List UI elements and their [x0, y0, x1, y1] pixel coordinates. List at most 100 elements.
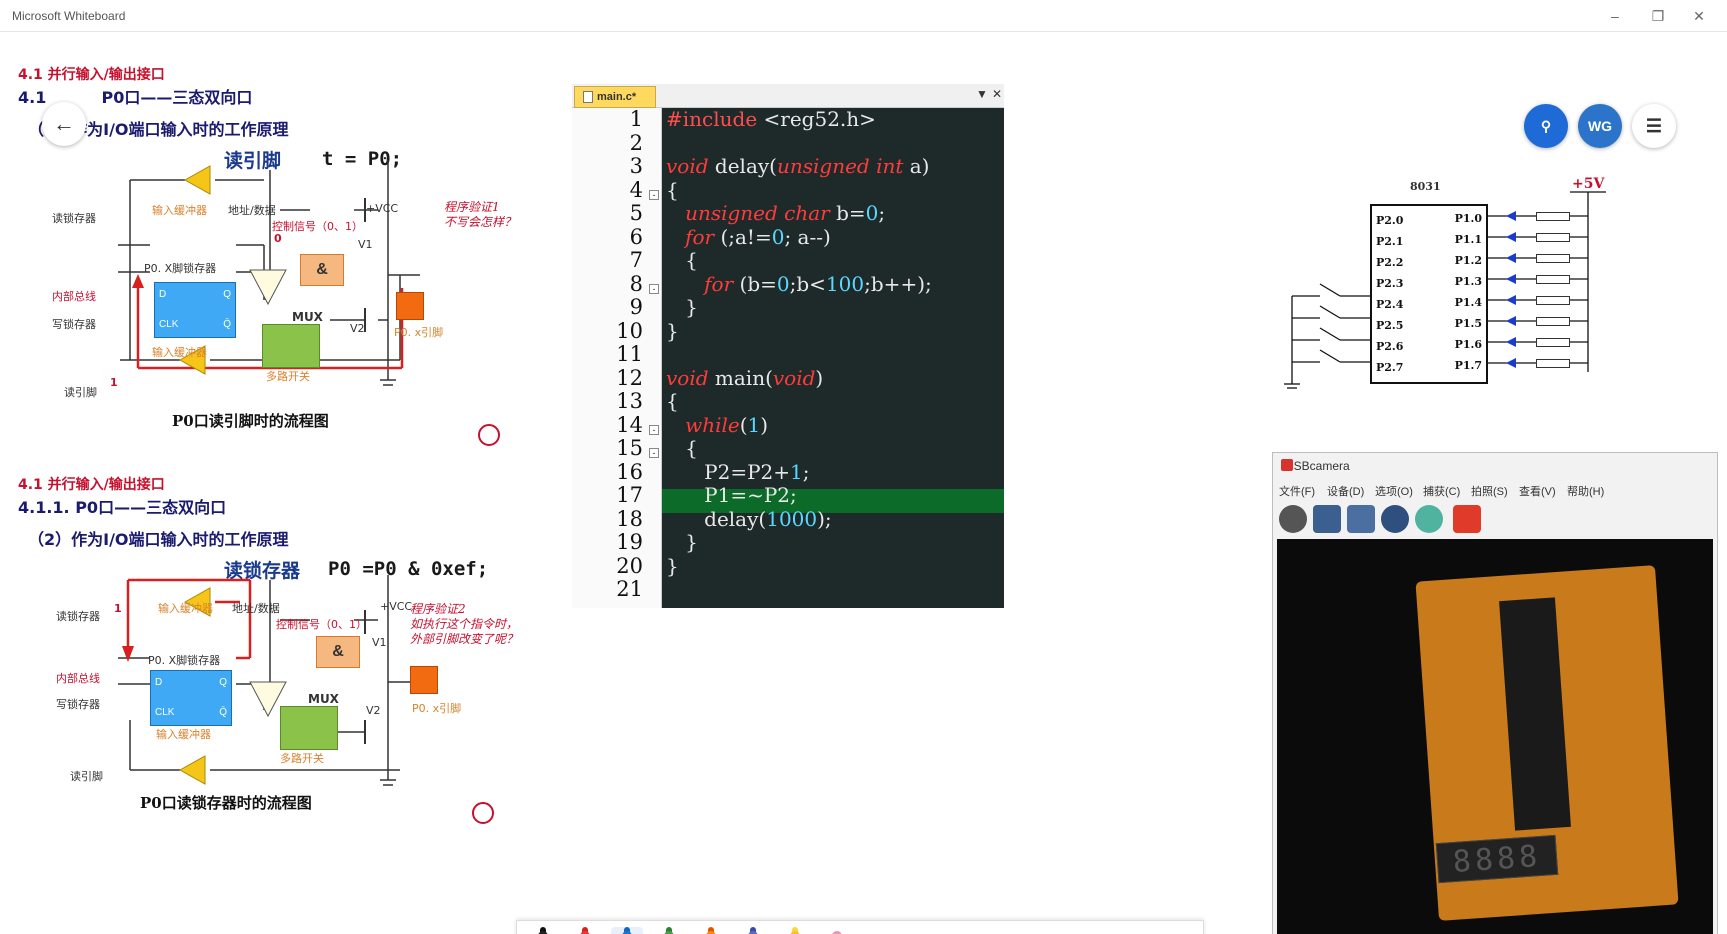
maximize-button[interactable]: ❐ — [1643, 6, 1673, 26]
diagram-caption: P0口读锁存器时的流程图 — [140, 794, 312, 812]
menu-capture[interactable]: 捕获(C) — [1423, 483, 1460, 499]
fold-icon[interactable]: - — [649, 190, 659, 200]
code-line: { — [666, 389, 679, 413]
user-icon[interactable] — [1453, 505, 1481, 533]
and-gate: & — [300, 254, 344, 286]
led-icon — [1506, 295, 1516, 305]
pen-black[interactable] — [527, 927, 559, 934]
lasso-tool[interactable]: ◯ — [905, 927, 937, 934]
label-one: 1 — [110, 376, 118, 389]
fold-icon[interactable]: - — [649, 284, 659, 294]
pin-block — [396, 292, 424, 320]
window-titlebar: Microsoft Whiteboard – ❐ ✕ — [0, 0, 1727, 32]
pen-purple[interactable] — [737, 927, 769, 934]
label-read-latch: 读锁存器 — [56, 610, 100, 623]
camera-app-icon — [1281, 459, 1293, 471]
label-vcc: +VCC — [380, 600, 413, 613]
mux-block — [262, 324, 320, 368]
pen-red[interactable] — [569, 927, 601, 934]
ruler-tool[interactable]: ▢ — [863, 927, 895, 934]
menu-help[interactable]: 帮助(H) — [1567, 483, 1604, 499]
code-line: delay(1000); — [666, 506, 832, 531]
usb-camera-window[interactable]: USBcamera 文件(F) 设备(D) 选项(O) 捕获(C) 拍照(S) … — [1272, 452, 1718, 934]
mux-block — [280, 706, 338, 750]
label-write-latch: 写锁存器 — [56, 698, 100, 711]
user-avatar-button[interactable]: WG — [1578, 104, 1622, 148]
label-mux: MUX — [292, 310, 323, 324]
label-internal-bus: 内部总线 — [52, 290, 96, 303]
menu-photo[interactable]: 拍照(S) — [1471, 483, 1508, 499]
camera-title: USBcamera — [1281, 459, 1350, 473]
diagram-caption: P0口读引脚时的流程图 — [172, 412, 329, 430]
resistor — [1536, 317, 1570, 326]
fold-icon[interactable]: - — [649, 448, 659, 458]
close-tab-icon[interactable]: ✕ — [992, 87, 1002, 101]
dropdown-icon[interactable]: ▼ — [976, 87, 988, 101]
label-read-pin: 读引脚 — [70, 770, 103, 783]
insert-tool[interactable]: ⊞ — [1073, 927, 1105, 934]
code-line: while(1) — [685, 412, 769, 437]
settings-icon[interactable] — [1415, 505, 1443, 533]
menu-view[interactable]: 查看(V) — [1519, 483, 1556, 499]
label-mux-switch: 多路开关 — [280, 752, 324, 765]
code-line: P1=~P2; — [666, 483, 797, 507]
label-v2: V2 — [350, 322, 365, 335]
record-icon[interactable] — [1347, 505, 1375, 533]
label-input-buffer-bottom: 输入缓冲器 — [156, 728, 211, 741]
fold-icon[interactable]: - — [649, 425, 659, 435]
camera-icon[interactable] — [1313, 505, 1341, 533]
menu-button[interactable]: ☰ — [1632, 104, 1676, 148]
highlighter[interactable] — [779, 927, 811, 934]
slide-read-latch[interactable]: 4.1 并行输入/输出接口 4.1.1. P0口——三态双向口 （2）作为I/O… — [10, 470, 550, 880]
latch-block: D Q CLK Q̄ — [150, 670, 232, 726]
slide-read-pin[interactable]: 4.1 并行输入/输出接口 4.1 P0口——三态双向口 （2）作为I/O端口输… — [10, 60, 550, 470]
tab-main-c[interactable]: main.c* — [574, 86, 656, 108]
university-seal — [478, 424, 500, 446]
label-vcc: +VCC — [366, 202, 399, 215]
label-input-buffer-bottom: 输入缓冲器 — [152, 346, 207, 359]
resistor — [1536, 359, 1570, 368]
code-line: { — [666, 248, 698, 272]
arrow-left-icon: ← — [53, 111, 75, 136]
schematic-8031[interactable]: 8031 +5V P2.0 P2.1 P2.2 P2.3 P2.4 P2.5 P… — [1280, 172, 1610, 402]
menu-options[interactable]: 选项(O) — [1375, 483, 1413, 499]
resistor — [1536, 212, 1570, 221]
minimize-button[interactable]: – — [1600, 6, 1630, 26]
close-button[interactable]: ✕ — [1684, 6, 1714, 26]
pen-green[interactable] — [653, 927, 685, 934]
whiteboard-canvas[interactable]: 4.1 并行输入/输出接口 4.1 P0口——三态双向口 （2）作为I/O端口输… — [0, 32, 1727, 934]
note-tool[interactable]: □ — [989, 927, 1021, 934]
pen-blue[interactable] — [611, 927, 643, 934]
image-tool[interactable]: ▣ — [1031, 927, 1063, 934]
drawing-toolbar[interactable]: ▢ ◯ A □ ▣ ⊞ ↶ ↷ — [516, 920, 1204, 934]
resistor — [1536, 233, 1570, 242]
pen-orange[interactable] — [695, 927, 727, 934]
text-tool[interactable]: A — [947, 927, 979, 934]
label-v1: V1 — [358, 238, 373, 251]
code-line: #include <reg52.h> — [666, 108, 876, 131]
label-internal-bus: 内部总线 — [56, 672, 100, 685]
gear-icon[interactable] — [1381, 505, 1409, 533]
label-latch: P0. X脚锁存器 — [148, 654, 221, 667]
menu-file[interactable]: 文件(F) — [1279, 483, 1315, 499]
and-gate: & — [316, 636, 360, 668]
redo-button[interactable]: ↷ — [1157, 927, 1189, 934]
eraser[interactable] — [821, 927, 853, 934]
code-line: } — [666, 295, 698, 319]
label-addr-data: 地址/数据 — [232, 602, 280, 615]
search-icon: ⚲ — [1540, 118, 1552, 134]
led-icon — [1506, 253, 1516, 263]
pin-block — [410, 666, 438, 694]
undo-button[interactable]: ↶ — [1115, 927, 1147, 934]
preview-icon[interactable] — [1279, 505, 1307, 533]
menu-device[interactable]: 设备(D) — [1327, 483, 1364, 499]
back-button[interactable]: ← — [42, 102, 86, 146]
code-line: { — [666, 436, 698, 460]
label-read-latch: 读锁存器 — [52, 212, 96, 225]
code-line: unsigned char b=0; — [685, 201, 886, 225]
code-editor[interactable]: main.c* ▼ ✕ 1 2 3 4 5 6 7 8 9 10 11 12 1… — [572, 84, 1004, 608]
code-line: } — [666, 530, 698, 554]
code-area[interactable]: #include <reg52.h> void delay(unsigned i… — [662, 108, 1004, 608]
label-input-buffer-top: 输入缓冲器 — [158, 602, 213, 615]
search-button[interactable]: ⚲ — [1524, 104, 1568, 148]
